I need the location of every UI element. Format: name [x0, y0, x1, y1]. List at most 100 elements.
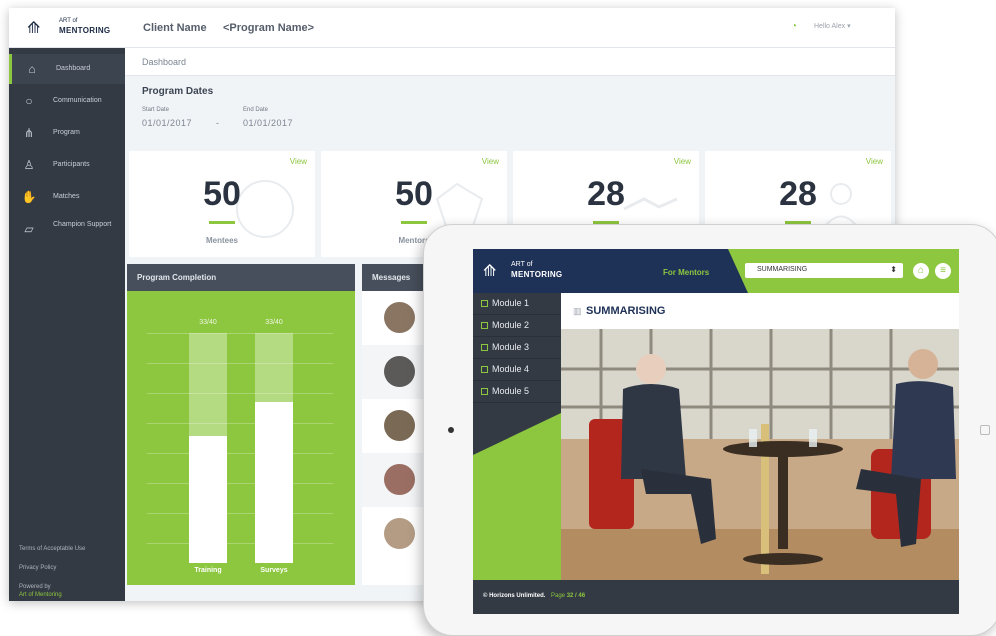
module-item-3[interactable]: Module 3 [473, 337, 561, 359]
gridline [147, 363, 333, 364]
sidebar-item-matches[interactable]: ✋ Matches [9, 182, 125, 212]
sidebar-item-label: Champion Support [53, 221, 112, 228]
book-icon: ▥ [573, 306, 582, 316]
top-bar: ⟰ ART of MENTORING Client Name <Program … [9, 8, 895, 48]
sidebar-item-program[interactable]: ⋔ Program [9, 118, 125, 148]
video-still-image[interactable] [561, 329, 959, 580]
sidebar-item-label: Dashboard [56, 65, 91, 72]
gridline [147, 333, 333, 334]
module-label: Module 3 [492, 342, 530, 352]
breadcrumb: Dashboard [125, 48, 895, 76]
avatar [384, 518, 415, 549]
module-label: Module 5 [492, 386, 530, 396]
stat-value: 28 [779, 175, 817, 213]
course-footer: © Horizons Unlimited. Page 32 / 46 [473, 580, 959, 614]
completion-bar-training [189, 436, 227, 563]
gridline [147, 543, 333, 544]
module-icon [481, 300, 488, 307]
avatar [384, 410, 415, 441]
tablet-device: ⟰ ART of MENTORING For Mentors SUMMARISI… [423, 224, 996, 636]
page-label: Page [551, 593, 566, 599]
completion-bar-label: Training [194, 567, 222, 574]
completion-bar-value: 33/40 [265, 319, 283, 326]
sidebar-item-champion-support[interactable]: ▱ Champion Support [9, 214, 125, 244]
audience-label: For Mentors [663, 268, 710, 277]
select-caret-icon: ⬍ [890, 265, 897, 274]
date-separator: - [216, 118, 220, 128]
stage: ⟰ ART of MENTORING Client Name <Program … [0, 0, 996, 636]
start-date-label: Start Date [142, 107, 170, 113]
tablet-screen: ⟰ ART of MENTORING For Mentors SUMMARISI… [473, 249, 959, 614]
tablet-camera [448, 427, 454, 433]
powered-by-link[interactable]: Art of Mentoring [19, 592, 62, 598]
module-item-2[interactable]: Module 2 [473, 315, 561, 337]
avatar [384, 302, 415, 333]
breadcrumb-current: Dashboard [142, 57, 187, 67]
avatar [384, 464, 415, 495]
hierarchy-icon: ⋔ [23, 126, 35, 140]
birds-logo-icon: ⟰ [27, 20, 41, 37]
end-date-value: 01/01/2017 [243, 118, 294, 128]
terms-link[interactable]: Terms of Acceptable Use [19, 546, 85, 552]
module-icon [481, 366, 488, 373]
stat-card-mentees: View 50 Mentees [129, 151, 315, 257]
program-dates-title: Program Dates [142, 86, 214, 97]
end-date-label: End Date [243, 107, 269, 113]
program-name: <Program Name> [223, 22, 315, 34]
handshake-icon: ✋ [21, 190, 37, 204]
completion-bar-value: 33/40 [199, 319, 217, 326]
program-completion-chart: 33/40 Training 33/40 Surveys [127, 291, 355, 585]
topic-select-value: SUMMARISING [757, 266, 808, 273]
stat-value: 50 [395, 175, 433, 213]
module-item-5[interactable]: Module 5 [473, 381, 561, 403]
menu-icon[interactable]: ≡ [935, 263, 951, 279]
module-label: Module 4 [492, 364, 530, 374]
birds-logo-icon: ⟰ [483, 263, 497, 280]
sidebar-green-accent [473, 413, 561, 580]
start-date-value: 01/01/2017 [142, 118, 193, 128]
gridline [147, 393, 333, 394]
stat-label: Mentees [205, 236, 238, 245]
page-number: 32 / 46 [566, 593, 586, 599]
module-label: Module 2 [492, 320, 530, 330]
chat-icon: ○ [25, 94, 33, 108]
content-header: ▥ SUMMARISING [561, 293, 959, 329]
module-label: Module 1 [492, 298, 530, 308]
client-name: Client Name [143, 22, 207, 34]
logo-text-large: MENTORING [511, 270, 563, 279]
view-link[interactable]: View [482, 157, 499, 166]
logo-text-large: MENTORING [59, 26, 111, 35]
avatar [384, 356, 415, 387]
stat-value: 28 [587, 175, 625, 213]
page-indicator: Page 32 / 46 [551, 593, 585, 599]
home-icon[interactable]: ⌂ [913, 263, 929, 279]
sidebar-item-label: Communication [53, 97, 102, 104]
module-item-1[interactable]: Module 1 [473, 293, 561, 315]
completion-bar-label: Surveys [260, 567, 288, 574]
gridline [147, 453, 333, 454]
sidebar-item-communication[interactable]: ○ Communication [9, 86, 125, 116]
notification-bell-icon[interactable]: ◔ [791, 21, 797, 32]
module-icon [481, 344, 488, 351]
module-item-4[interactable]: Module 4 [473, 359, 561, 381]
logo-text-small: ART of [511, 261, 533, 268]
support-icon: ▱ [24, 222, 34, 236]
sidebar-item-label: Matches [53, 193, 80, 200]
powered-by-label: Powered by [19, 584, 51, 590]
program-completion-title: Program Completion [137, 273, 217, 282]
user-menu[interactable]: Hello Alex ▾ [814, 22, 851, 30]
sidebar-item-participants[interactable]: ♙ Participants [9, 150, 125, 180]
stat-underline [401, 221, 427, 224]
program-completion-header: Program Completion [127, 264, 355, 291]
gridline [147, 483, 333, 484]
logo[interactable]: ⟰ ART of MENTORING [27, 16, 137, 40]
module-icon [481, 322, 488, 329]
user-icon: ♙ [23, 158, 35, 172]
view-link[interactable]: View [290, 157, 307, 166]
gridline [147, 513, 333, 514]
sidebar-item-dashboard[interactable]: ⌂ Dashboard [9, 54, 125, 84]
view-link[interactable]: View [866, 157, 883, 166]
view-link[interactable]: View [674, 157, 691, 166]
privacy-link[interactable]: Privacy Policy [19, 565, 56, 571]
topic-select[interactable]: SUMMARISING ⬍ [745, 263, 903, 278]
